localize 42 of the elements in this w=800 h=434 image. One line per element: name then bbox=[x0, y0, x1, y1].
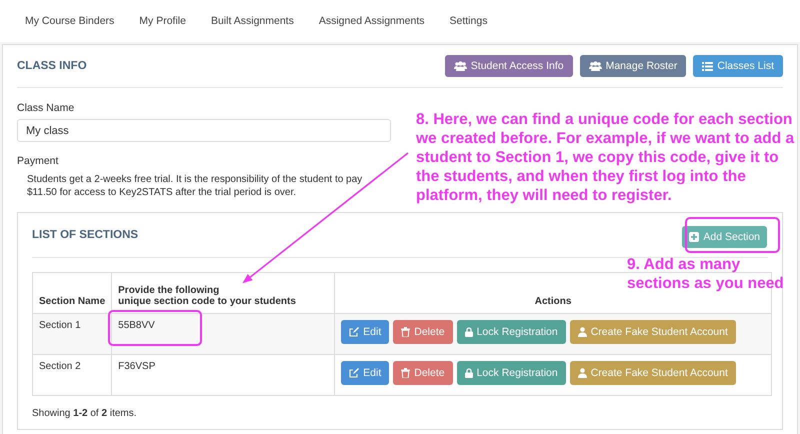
table-cell: Section 2 bbox=[32, 354, 112, 396]
action-button[interactable]: Lock Registration bbox=[456, 361, 566, 385]
header-button[interactable]: Manage Roster bbox=[580, 55, 686, 77]
trash-icon bbox=[401, 368, 410, 378]
summary-text: Showing 1-2 of 2 items. bbox=[32, 408, 138, 419]
field-label: Class Name bbox=[17, 102, 74, 114]
nav-link[interactable]: Assigned Assignments bbox=[306, 15, 436, 27]
users-icon bbox=[588, 61, 602, 71]
edit-icon bbox=[349, 327, 360, 337]
nav-link[interactable]: Built Assignments bbox=[198, 15, 306, 27]
action-button[interactable]: Edit bbox=[341, 361, 390, 385]
trash-icon bbox=[401, 327, 410, 337]
edit-icon bbox=[349, 368, 360, 378]
lock-icon bbox=[464, 327, 473, 337]
list-icon bbox=[702, 62, 714, 70]
table-cell: 55B8VV bbox=[112, 314, 335, 354]
nav-link[interactable]: My Profile bbox=[126, 15, 198, 27]
class-name-field[interactable]: My class bbox=[17, 119, 391, 142]
user-icon bbox=[578, 327, 587, 337]
annotation-text: 8. Here, we can find a unique code for each section we created before. For example, if we want to add a student to Section 1, we copy this code, give it to the students, and when they first log into the platform, they will need to register. bbox=[416, 110, 796, 205]
header-button[interactable]: Classes List bbox=[693, 55, 783, 77]
user-icon bbox=[578, 368, 587, 378]
add-section-button[interactable]: Add Section bbox=[682, 226, 767, 248]
action-button[interactable]: Lock Registration bbox=[456, 320, 566, 344]
action-button[interactable]: Delete bbox=[393, 320, 453, 344]
payment-text: Students get a 2-weeks free trial. It is the responsibility of the student to pay $11.50 for access to Key2STATS after the trial period is over. bbox=[27, 173, 364, 199]
field-label: Payment bbox=[17, 155, 58, 167]
table-cell: Section 1 bbox=[32, 314, 112, 354]
panel-title: CLASS INFO bbox=[17, 60, 87, 72]
action-button[interactable]: Edit bbox=[341, 320, 390, 344]
lock-icon bbox=[464, 368, 473, 378]
nav-link[interactable]: My Course Binders bbox=[12, 15, 126, 27]
action-button[interactable]: Delete bbox=[393, 361, 453, 385]
panel-title: LIST OF SECTIONS bbox=[32, 229, 138, 241]
table-cell: F36VSP bbox=[112, 354, 335, 396]
action-button[interactable]: Create Fake Student Account bbox=[570, 320, 736, 344]
nav-link[interactable]: Settings bbox=[436, 15, 500, 27]
action-button[interactable]: Create Fake Student Account bbox=[570, 361, 736, 385]
plus-icon bbox=[689, 232, 700, 242]
header-button[interactable]: Student Access Info bbox=[444, 55, 573, 77]
users-icon bbox=[454, 61, 467, 71]
annotation-text: 9. Add as many sections as you need bbox=[627, 255, 785, 293]
